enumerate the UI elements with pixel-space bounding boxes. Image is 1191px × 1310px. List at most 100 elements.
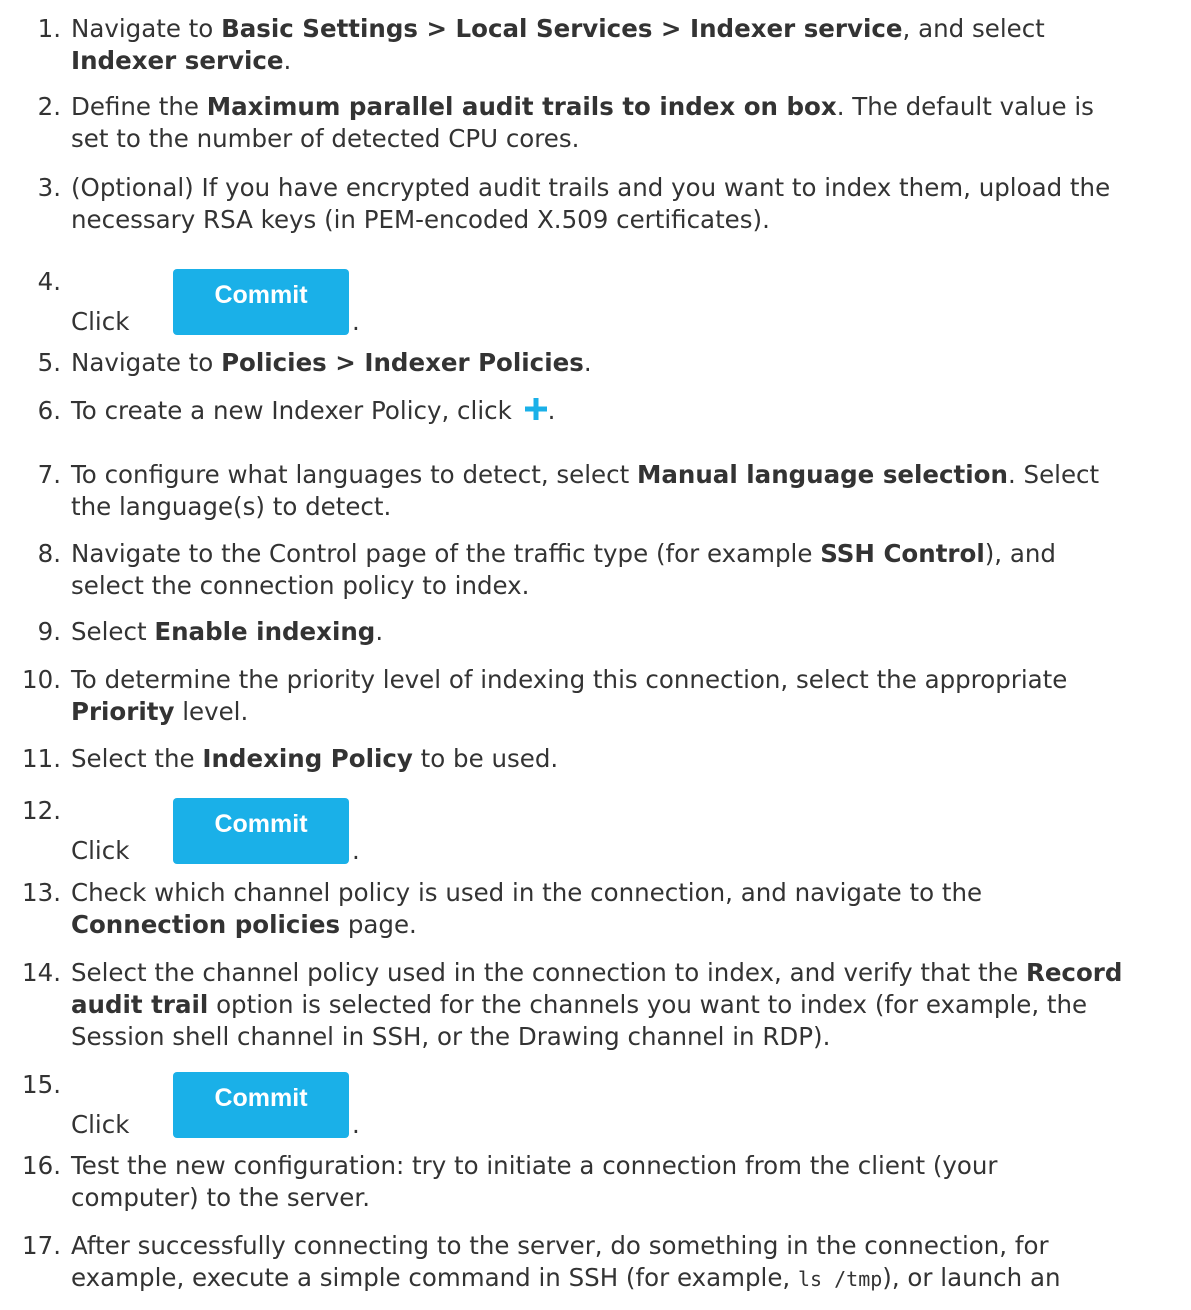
text-segment: level. xyxy=(174,697,249,726)
step-number: 12. xyxy=(22,796,61,825)
text-segment: To create a new Indexer Policy, click xyxy=(71,396,520,425)
commit-button-label: Commit xyxy=(214,810,308,838)
text-segment: Select the xyxy=(71,744,203,773)
step-number: 6. xyxy=(37,396,61,425)
commit-button-wrap: Commit xyxy=(173,1069,349,1138)
text-line: To configure what languages to detect, s… xyxy=(71,459,1189,491)
text-segment: Navigate to xyxy=(71,14,222,43)
text-line: Connection policies page. xyxy=(71,909,1189,941)
text-line: Navigate to Basic Settings > Local Servi… xyxy=(71,13,1189,45)
text-line: necessary RSA keys (in PEM-encoded X.509… xyxy=(71,204,1189,236)
ui-term: SSH Control xyxy=(820,539,985,568)
step-number: 14. xyxy=(22,958,61,987)
ui-term: Enable indexing xyxy=(154,617,376,646)
text-segment: necessary RSA keys (in PEM-encoded X.509… xyxy=(71,205,770,234)
commit-button-wrap: Commit xyxy=(173,795,349,864)
text-segment: Check which channel policy is used in th… xyxy=(71,878,983,907)
step-text: Select the Indexing Policy to be used. xyxy=(71,743,1189,775)
text-segment: . The default value is xyxy=(836,92,1094,121)
text-segment: ), or launch an xyxy=(882,1263,1061,1292)
text-segment: . xyxy=(547,396,556,425)
ui-term: Policies > Indexer Policies xyxy=(221,348,584,377)
text-segment: , and select xyxy=(902,14,1045,43)
step-number: 13. xyxy=(22,878,61,907)
text-line: computer) to the server. xyxy=(71,1182,1189,1214)
ui-term: Basic Settings > Local Services > Indexe… xyxy=(221,14,903,43)
text-segment: computer) to the server. xyxy=(71,1183,370,1212)
text-line: To create a new Indexer Policy, click . xyxy=(71,395,1189,427)
step-text: Select Enable indexing. xyxy=(71,616,1189,648)
procedure-steps: 1. Navigate to Basic Settings > Local Ser… xyxy=(0,0,1191,1310)
text-line: Define the Maximum parallel audit trails… xyxy=(71,91,1189,123)
text-segment: page. xyxy=(340,910,417,939)
ui-term: Priority xyxy=(71,697,175,726)
step-click-label: Click xyxy=(71,836,130,865)
step-number: 2. xyxy=(37,92,61,121)
text-line: Indexer service. xyxy=(71,45,1189,77)
text-line: Navigate to the Control page of the traf… xyxy=(71,538,1189,570)
inline-code: ls /tmp xyxy=(798,1267,883,1291)
step-text: To configure what languages to detect, s… xyxy=(71,459,1189,523)
text-line: (Optional) If you have encrypted audit t… xyxy=(71,172,1189,204)
step-text: Select the channel policy used in the co… xyxy=(71,957,1189,1053)
step-number: 8. xyxy=(37,539,61,568)
step-number: 3. xyxy=(37,173,61,202)
commit-button[interactable]: Commit xyxy=(173,1072,349,1138)
text-segment: Define the xyxy=(71,92,207,121)
step-number: 7. xyxy=(37,460,61,489)
text-line: Select the channel policy used in the co… xyxy=(71,957,1189,989)
plus-icon[interactable] xyxy=(524,397,548,421)
text-line: the language(s) to detect. xyxy=(71,491,1189,523)
commit-button-label: Commit xyxy=(214,1084,308,1112)
ui-term: Indexer service xyxy=(71,46,284,75)
step-number: 17. xyxy=(22,1231,61,1260)
step-number: 10. xyxy=(22,665,61,694)
text-line: Check which channel policy is used in th… xyxy=(71,877,1189,909)
step-punctuation: . xyxy=(352,836,360,865)
step-text: Navigate to Basic Settings > Local Servi… xyxy=(71,13,1189,77)
text-line: Select the Indexing Policy to be used. xyxy=(71,743,1189,775)
text-segment: Select the channel policy used in the co… xyxy=(71,958,1026,987)
step-punctuation: . xyxy=(352,307,360,336)
text-line: Navigate to Policies > Indexer Policies. xyxy=(71,347,1189,379)
text-segment: set to the number of detected CPU cores. xyxy=(71,124,580,153)
text-line: audit trail option is selected for the c… xyxy=(71,989,1189,1021)
text-segment: to be used. xyxy=(412,744,559,773)
text-line: example, execute a simple command in SSH… xyxy=(71,1262,1189,1295)
text-segment: . xyxy=(583,348,592,377)
step-number: 11. xyxy=(22,744,61,773)
text-segment: Session shell channel in SSH, or the Dra… xyxy=(71,1022,831,1051)
step-number: 1. xyxy=(37,14,61,43)
ui-term: audit trail xyxy=(71,990,209,1019)
step-text: To determine the priority level of index… xyxy=(71,664,1189,728)
text-segment: select the connection policy to index. xyxy=(71,571,530,600)
text-segment: Navigate to xyxy=(71,348,222,377)
step-number: 9. xyxy=(37,617,61,646)
ui-term: Manual language selection xyxy=(637,460,1008,489)
text-segment: Test the new configuration: try to initi… xyxy=(71,1151,998,1180)
text-segment: example, execute a simple command in SSH… xyxy=(71,1263,798,1292)
step-number: 15. xyxy=(22,1070,61,1099)
text-segment: (Optional) If you have encrypted audit t… xyxy=(71,173,1111,202)
text-line: Session shell channel in SSH, or the Dra… xyxy=(71,1021,1189,1053)
step-number: 16. xyxy=(22,1151,61,1180)
commit-button-wrap: Commit xyxy=(173,266,349,335)
step-text: After successfully connecting to the ser… xyxy=(71,1230,1189,1295)
step-click-label: Click xyxy=(71,307,130,336)
commit-button[interactable]: Commit xyxy=(173,269,349,335)
step-text: Navigate to Policies > Indexer Policies. xyxy=(71,347,1189,379)
step-text: Check which channel policy is used in th… xyxy=(71,877,1189,941)
commit-button-label: Commit xyxy=(214,281,308,309)
step-text: To create a new Indexer Policy, click . xyxy=(71,395,1189,427)
ui-term: Record xyxy=(1025,958,1123,987)
text-line: To determine the priority level of index… xyxy=(71,664,1189,696)
text-line: select the connection policy to index. xyxy=(71,570,1189,602)
text-segment: ), and xyxy=(984,539,1056,568)
step-punctuation: . xyxy=(352,1110,360,1139)
commit-button[interactable]: Commit xyxy=(173,798,349,864)
text-segment: . Select xyxy=(1007,460,1100,489)
ui-term: Connection policies xyxy=(71,910,341,939)
text-line: set to the number of detected CPU cores. xyxy=(71,123,1189,155)
text-segment: Select xyxy=(71,617,155,646)
text-line: Select Enable indexing. xyxy=(71,616,1189,648)
